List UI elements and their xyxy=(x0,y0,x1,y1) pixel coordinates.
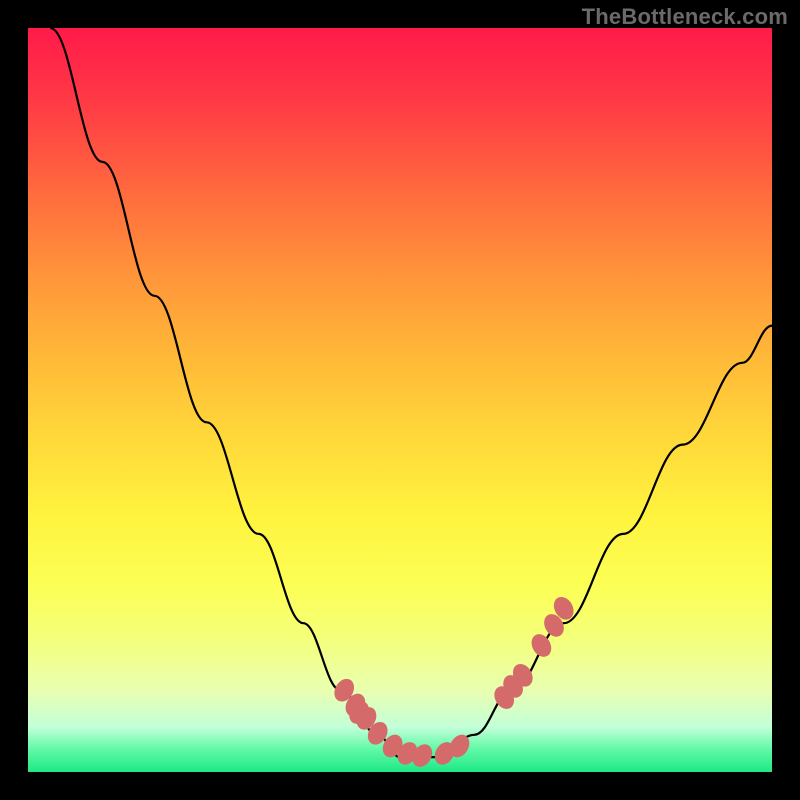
bottleneck-curve xyxy=(50,28,772,757)
marker-cluster-right xyxy=(490,593,577,712)
curve-marker xyxy=(528,631,556,661)
chart-svg xyxy=(28,28,772,772)
chart-frame: TheBottleneck.com xyxy=(0,0,800,800)
watermark-text: TheBottleneck.com xyxy=(582,4,788,30)
marker-cluster-left xyxy=(330,675,473,770)
plot-area xyxy=(28,28,772,772)
